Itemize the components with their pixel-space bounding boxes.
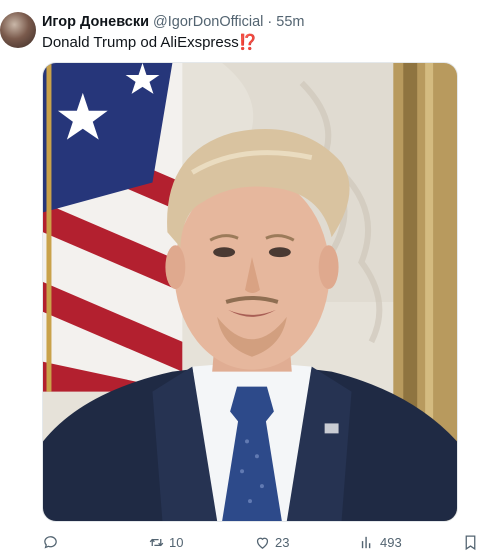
reply-button[interactable] bbox=[42, 531, 63, 553]
tweet-time[interactable]: 55m bbox=[276, 14, 304, 30]
tweet-header: Игор Доневски @IgorDonOfficial · 55m bbox=[42, 13, 472, 31]
separator-dot: · bbox=[267, 14, 273, 30]
like-count: 23 bbox=[275, 534, 290, 550]
retweet-icon bbox=[149, 538, 164, 546]
tweet-media-photo[interactable] bbox=[42, 62, 458, 522]
tweet-actions: 10 23 493 bbox=[42, 531, 480, 553]
views-count: 493 bbox=[380, 534, 402, 550]
avatar[interactable] bbox=[0, 12, 36, 48]
like-button[interactable]: 23 bbox=[254, 531, 289, 553]
author-name[interactable]: Игор Доневски bbox=[42, 14, 149, 30]
tweet-text-body: Donald Trump od AliExspress bbox=[42, 34, 239, 51]
retweet-count: 10 bbox=[169, 534, 184, 550]
author-handle[interactable]: @IgorDonOfficial bbox=[153, 14, 263, 30]
photo-illustration bbox=[43, 63, 457, 521]
heart-icon bbox=[256, 537, 269, 549]
exclamation-question-emoji: ⁉️ bbox=[238, 34, 258, 51]
reply-icon bbox=[44, 535, 57, 549]
bookmark-icon bbox=[465, 534, 476, 550]
tweet-text: Donald Trump od AliExspress⁉️ bbox=[42, 33, 472, 53]
bar-chart-icon bbox=[361, 536, 371, 548]
retweet-button[interactable]: 10 bbox=[148, 531, 183, 553]
bookmark-button[interactable] bbox=[462, 531, 479, 553]
views-button[interactable]: 493 bbox=[359, 531, 402, 553]
tweet[interactable]: Игор Доневски @IgorDonOfficial · 55m Don… bbox=[0, 0, 480, 557]
